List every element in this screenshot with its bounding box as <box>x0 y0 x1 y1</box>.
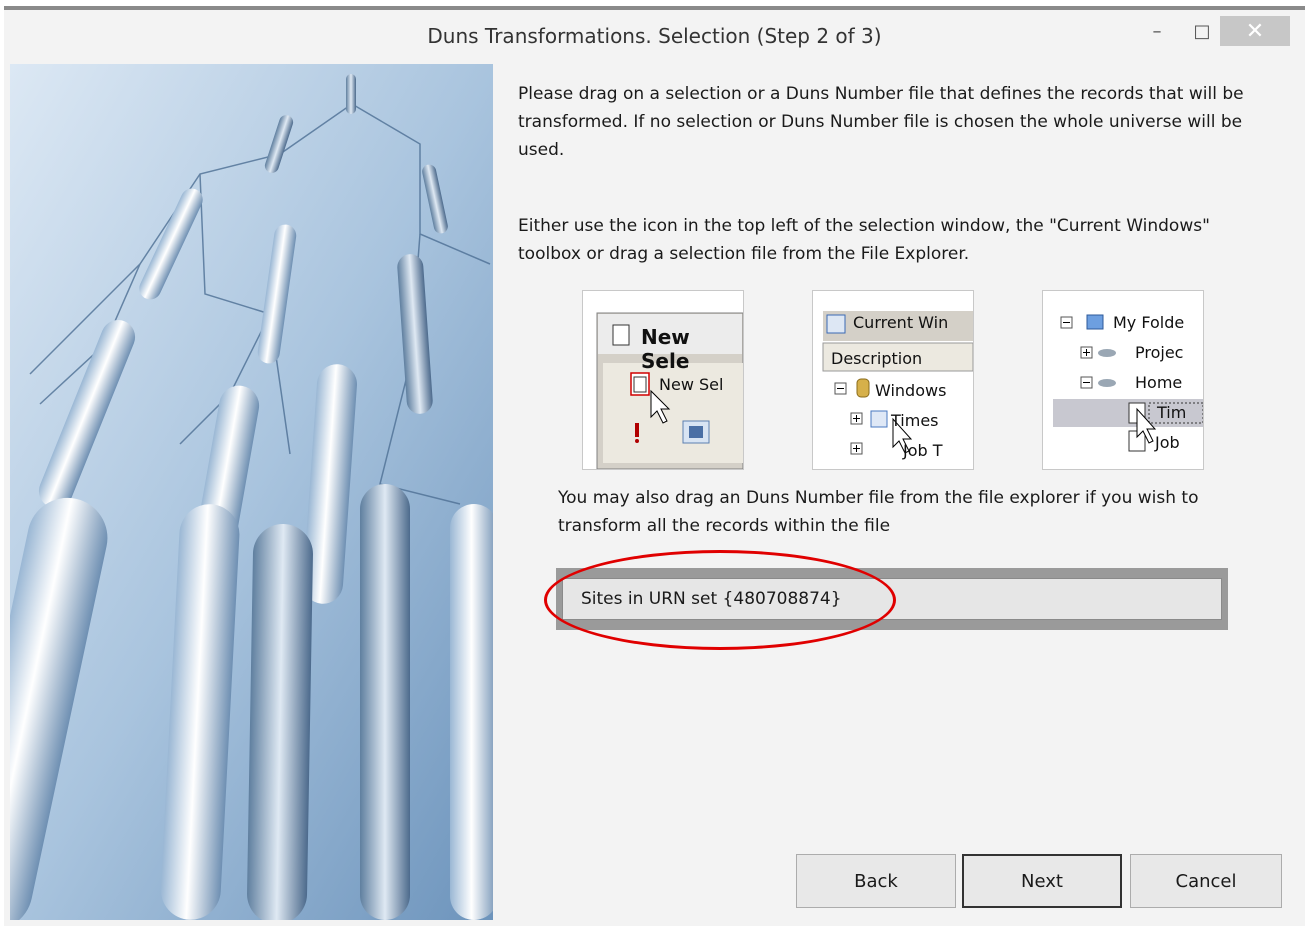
instruction-text-options: Either use the icon in the top left of t… <box>518 216 1210 264</box>
job-file: Job <box>1155 433 1180 452</box>
back-button[interactable]: Back <box>796 854 956 908</box>
times-node: Times <box>891 411 939 430</box>
maximize-button[interactable]: □ <box>1179 16 1225 46</box>
close-button[interactable]: ✕ <box>1220 16 1290 46</box>
cancel-button[interactable]: Cancel <box>1130 854 1282 908</box>
my-folder-node: My Folde <box>1113 313 1185 332</box>
times-file: Tim <box>1157 403 1187 422</box>
selection-field[interactable]: Sites in URN set {480708874} <box>562 578 1222 620</box>
new-selection-item: New Sel <box>659 375 724 394</box>
duns-file-hint: You may also drag an Duns Number file fr… <box>558 488 1199 536</box>
description-header: Description <box>831 349 923 368</box>
file-explorer-thumbnail: My Folde Projec Home Tim Job <box>1042 290 1204 470</box>
home-node: Home <box>1135 373 1183 392</box>
window-title: Duns Transformations. Selection (Step 2 … <box>427 24 882 48</box>
next-button[interactable]: Next <box>962 854 1122 908</box>
current-windows-title: Current Win <box>853 313 949 332</box>
new-selection-thumbnail: New Sele New Sel <box>582 290 744 470</box>
minimize-button[interactable]: – <box>1134 16 1180 46</box>
selection-drop-zone[interactable]: Sites in URN set {480708874} <box>556 568 1228 630</box>
job-types-node: Job T <box>903 441 943 460</box>
windows-node: Windows <box>875 381 947 400</box>
instruction-text: Please drag on a selection or a Duns Num… <box>518 84 1244 160</box>
projects-node: Projec <box>1135 343 1184 362</box>
hierarchy-graphic <box>10 64 493 920</box>
current-windows-thumbnail: Current Win Description Windows Times Jo… <box>812 290 974 470</box>
new-selection-title: New Sele <box>641 325 690 373</box>
